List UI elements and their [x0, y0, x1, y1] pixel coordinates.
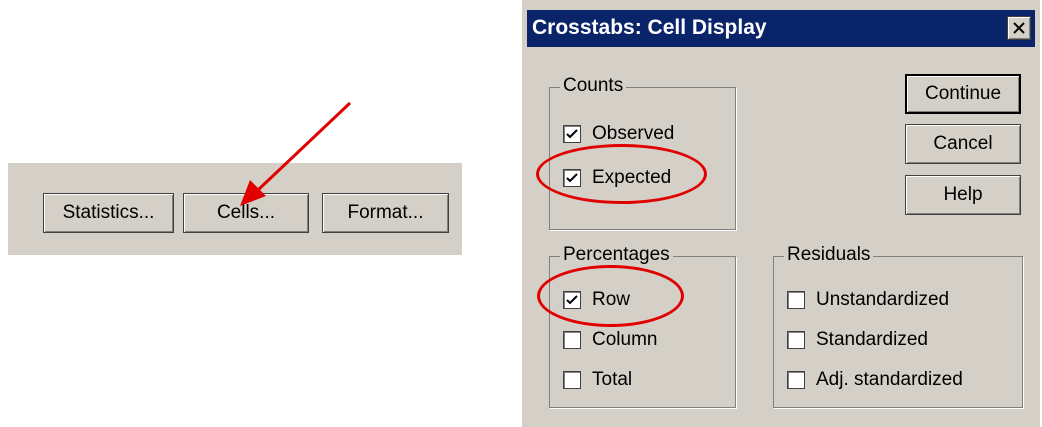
- continue-button[interactable]: Continue: [905, 74, 1021, 114]
- row-label: Row: [592, 289, 631, 310]
- column-label: Column: [592, 329, 658, 350]
- format-button[interactable]: Format...: [322, 193, 449, 233]
- counts-group: Counts Observed Expected: [549, 75, 736, 230]
- total-checkbox[interactable]: Total: [563, 369, 632, 391]
- column-checkbox-box[interactable]: [563, 331, 581, 349]
- adj-standardized-checkbox-box[interactable]: [787, 371, 805, 389]
- standardized-checkbox[interactable]: Standardized: [787, 329, 928, 351]
- adj-standardized-checkbox[interactable]: Adj. standardized: [787, 369, 963, 391]
- adj-standardized-label: Adj. standardized: [816, 369, 963, 390]
- close-icon: [1013, 22, 1025, 34]
- checkmark-icon: [566, 129, 578, 139]
- column-checkbox[interactable]: Column: [563, 329, 657, 351]
- standardized-label: Standardized: [816, 329, 928, 350]
- cancel-button-label: Cancel: [933, 133, 993, 154]
- total-checkbox-box[interactable]: [563, 371, 581, 389]
- observed-checkbox-box[interactable]: [563, 125, 581, 143]
- cells-button[interactable]: Cells...: [183, 193, 309, 233]
- checkmark-icon: [566, 295, 578, 305]
- percentages-group-label: Percentages: [560, 244, 673, 266]
- cancel-button[interactable]: Cancel: [905, 124, 1021, 164]
- observed-checkbox[interactable]: Observed: [563, 123, 674, 145]
- title-bar: Crosstabs: Cell Display: [527, 10, 1035, 47]
- statistics-button[interactable]: Statistics...: [43, 193, 174, 233]
- row-checkbox-box[interactable]: [563, 291, 581, 309]
- percentages-group: Percentages Row Column Total: [549, 244, 736, 408]
- cells-button-label: Cells...: [216, 202, 276, 223]
- unstandardized-checkbox[interactable]: Unstandardized: [787, 289, 949, 311]
- expected-label: Expected: [592, 167, 672, 188]
- dialog-title: Crosstabs: Cell Display: [532, 16, 767, 39]
- unstandardized-checkbox-box[interactable]: [787, 291, 805, 309]
- unstandardized-label: Unstandardized: [816, 289, 950, 310]
- standardized-checkbox-box[interactable]: [787, 331, 805, 349]
- counts-group-label: Counts: [560, 75, 627, 97]
- help-button[interactable]: Help: [905, 175, 1021, 215]
- continue-button-label: Continue: [924, 83, 1002, 104]
- expected-checkbox-box[interactable]: [563, 169, 581, 187]
- help-button-label: Help: [943, 184, 983, 205]
- close-button[interactable]: [1007, 16, 1031, 40]
- total-label: Total: [592, 369, 633, 390]
- residuals-group: Residuals Unstandardized Standardized Ad…: [773, 244, 1023, 408]
- format-button-label: Format...: [347, 202, 424, 223]
- residuals-group-label: Residuals: [784, 244, 874, 266]
- expected-checkbox[interactable]: Expected: [563, 167, 671, 189]
- observed-label: Observed: [592, 123, 675, 144]
- statistics-button-label: Statistics...: [62, 202, 155, 223]
- checkmark-icon: [566, 173, 578, 183]
- cell-display-dialog: Crosstabs: Cell Display Counts Observed …: [521, 0, 1040, 427]
- row-checkbox[interactable]: Row: [563, 289, 630, 311]
